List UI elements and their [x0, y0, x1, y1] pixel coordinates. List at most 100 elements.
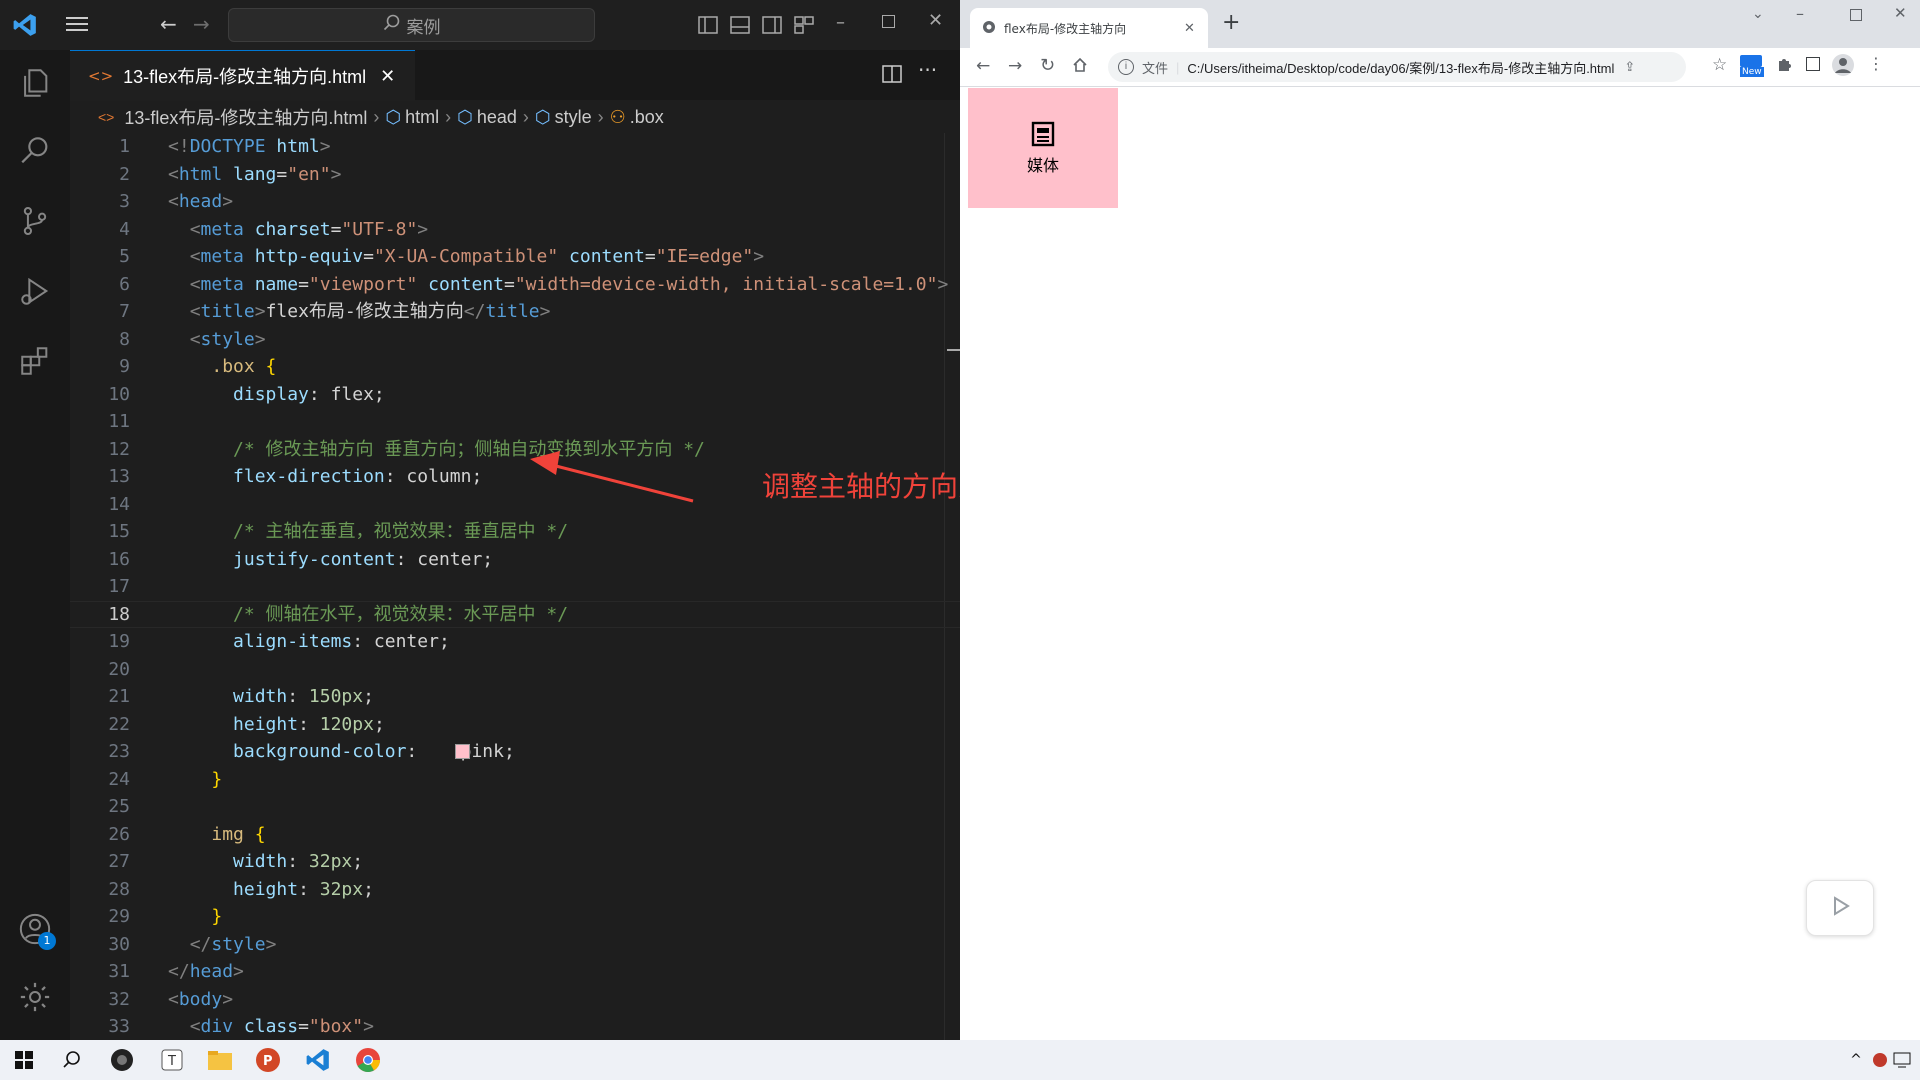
- command-center-search[interactable]: 案例: [228, 8, 595, 42]
- share-icon[interactable]: ⇪: [1624, 59, 1635, 75]
- code-line[interactable]: 22 height: 120px;: [70, 711, 960, 738]
- maximize-icon[interactable]: [882, 15, 895, 28]
- code-line[interactable]: 11: [70, 408, 960, 435]
- windows-start-icon[interactable]: [8, 1044, 40, 1076]
- code-text: </style>: [168, 931, 277, 958]
- code-line[interactable]: 32 <body>: [70, 986, 960, 1013]
- run-debug-icon[interactable]: [14, 270, 56, 312]
- obs-icon[interactable]: [106, 1044, 138, 1076]
- code-line[interactable]: 8 <style>: [70, 326, 960, 353]
- chrome-icon[interactable]: [352, 1044, 384, 1076]
- extensions-puzzle-icon[interactable]: [1776, 56, 1792, 76]
- code-line[interactable]: 27 width: 32px;: [70, 848, 960, 875]
- split-editor-icon[interactable]: [882, 65, 902, 87]
- search-sidebar-icon[interactable]: [14, 130, 56, 172]
- extensions-icon[interactable]: [14, 340, 56, 382]
- code-line[interactable]: 4 <meta charset="UTF-8">: [70, 216, 960, 243]
- code-line[interactable]: 7 <title>flex布局-修改主轴方向</title>: [70, 298, 960, 325]
- browser-close-icon[interactable]: ✕: [1894, 4, 1907, 22]
- new-tab-icon[interactable]: +: [1222, 10, 1240, 35]
- customize-layout-icon[interactable]: [794, 16, 814, 38]
- toggle-secondary-sidebar-icon[interactable]: [762, 16, 782, 38]
- forward-arrow-icon[interactable]: →: [193, 12, 210, 36]
- close-browser-tab-icon[interactable]: ✕: [1184, 21, 1195, 36]
- code-line[interactable]: 16 justify-content: center;: [70, 546, 960, 573]
- line-number: 30: [108, 933, 130, 955]
- color-swatch[interactable]: [455, 744, 470, 759]
- side-panel-icon[interactable]: [1806, 57, 1820, 71]
- source-control-icon[interactable]: [14, 200, 56, 242]
- code-line[interactable]: 6 <meta name="viewport" content="width=d…: [70, 271, 960, 298]
- explorer-icon[interactable]: [14, 62, 56, 104]
- accounts-icon[interactable]: 1: [14, 908, 56, 950]
- vscode-taskbar-icon[interactable]: [302, 1044, 334, 1076]
- code-line[interactable]: 15 /* 主轴在垂直，视觉效果：垂直居中 */: [70, 518, 960, 545]
- code-line[interactable]: 18 /* 侧轴在水平，视觉效果：水平居中 */: [70, 601, 960, 628]
- file-explorer-icon[interactable]: [204, 1044, 236, 1076]
- code-line[interactable]: 10 display: flex;: [70, 381, 960, 408]
- svg-text:T: T: [167, 1054, 176, 1069]
- close-tab-icon[interactable]: ✕: [380, 66, 395, 87]
- back-arrow-icon[interactable]: ←: [160, 12, 177, 36]
- address-bar[interactable]: i 文件 | C:/Users/itheima/Desktop/code/day…: [1108, 52, 1686, 82]
- code-text: <div class="box">: [168, 1013, 374, 1040]
- code-line[interactable]: 2 <html lang="en">: [70, 161, 960, 188]
- breadcrumb-html[interactable]: html: [405, 107, 439, 128]
- browser-tab[interactable]: flex布局-修改主轴方向 ✕: [970, 8, 1208, 48]
- code-token: :: [287, 686, 309, 707]
- taskbar-search-icon[interactable]: [56, 1044, 88, 1076]
- menu-icon[interactable]: [66, 14, 90, 38]
- code-editor[interactable]: 1 <!DOCTYPE html> 2 <html lang="en"> 3 <head>…: [70, 133, 961, 1040]
- settings-gear-icon[interactable]: [14, 976, 56, 1018]
- powerpoint-icon[interactable]: P: [252, 1044, 284, 1076]
- code-line[interactable]: 3 <head>: [70, 188, 960, 215]
- browser-maximize-icon[interactable]: [1850, 9, 1862, 21]
- code-line[interactable]: 25: [70, 793, 960, 820]
- breadcrumb-box[interactable]: .box: [630, 107, 664, 128]
- minimize-icon[interactable]: –: [836, 12, 845, 33]
- code-line[interactable]: 17: [70, 573, 960, 600]
- code-line[interactable]: 23 background-color: pink;: [70, 738, 960, 765]
- info-icon[interactable]: i: [1118, 59, 1134, 75]
- code-line[interactable]: 19 align-items: center;: [70, 628, 960, 655]
- tab-search-icon[interactable]: ⌄: [1752, 6, 1764, 22]
- browser-minimize-icon[interactable]: –: [1796, 4, 1804, 23]
- code-line[interactable]: 28 height: 32px;: [70, 876, 960, 903]
- home-icon[interactable]: [1072, 57, 1088, 77]
- code-line[interactable]: 26 img {: [70, 821, 960, 848]
- video-play-button[interactable]: [1806, 880, 1874, 936]
- browser-back-icon[interactable]: ←: [976, 56, 990, 76]
- toggle-sidebar-icon[interactable]: [698, 16, 718, 38]
- code-line[interactable]: 12 /* 修改主轴方向 垂直方向；侧轴自动变换到水平方向 */: [70, 436, 960, 463]
- notification-icon[interactable]: [1886, 1044, 1918, 1076]
- code-line[interactable]: 5 <meta http-equiv="X-UA-Compatible" con…: [70, 243, 960, 270]
- code-line[interactable]: 31 </head>: [70, 958, 960, 985]
- editor-tab[interactable]: <> 13-flex布局-修改主轴方向.html ✕: [70, 50, 415, 101]
- code-line[interactable]: 20: [70, 656, 960, 683]
- line-number: 11: [108, 411, 130, 432]
- extension-new-icon[interactable]: New: [1738, 54, 1764, 80]
- bookmark-star-icon[interactable]: ☆: [1712, 55, 1727, 75]
- code-line[interactable]: 21 width: 150px;: [70, 683, 960, 710]
- code-line[interactable]: 1 <!DOCTYPE html>: [70, 133, 960, 160]
- typora-icon[interactable]: T: [156, 1044, 188, 1076]
- code-line[interactable]: 33 <div class="box">: [70, 1013, 960, 1040]
- browser-menu-icon[interactable]: ⋮: [1868, 54, 1884, 73]
- breadcrumb-head[interactable]: head: [477, 107, 517, 128]
- code-line[interactable]: 29 }: [70, 903, 960, 930]
- reload-icon[interactable]: ↻: [1040, 55, 1055, 76]
- globe-icon: [982, 20, 996, 37]
- breadcrumb-style[interactable]: style: [555, 107, 592, 128]
- close-window-icon[interactable]: ✕: [928, 10, 943, 31]
- profile-avatar-icon[interactable]: [1832, 54, 1854, 76]
- browser-forward-icon[interactable]: →: [1008, 56, 1022, 76]
- breadcrumb-file[interactable]: 13-flex布局-修改主轴方向.html: [124, 104, 367, 130]
- code-line[interactable]: 9 .box {: [70, 353, 960, 380]
- more-actions-icon[interactable]: ···: [918, 58, 937, 82]
- code-line[interactable]: 24 }: [70, 766, 960, 793]
- toggle-panel-icon[interactable]: [730, 16, 750, 38]
- code-line[interactable]: 30 </style>: [70, 931, 960, 958]
